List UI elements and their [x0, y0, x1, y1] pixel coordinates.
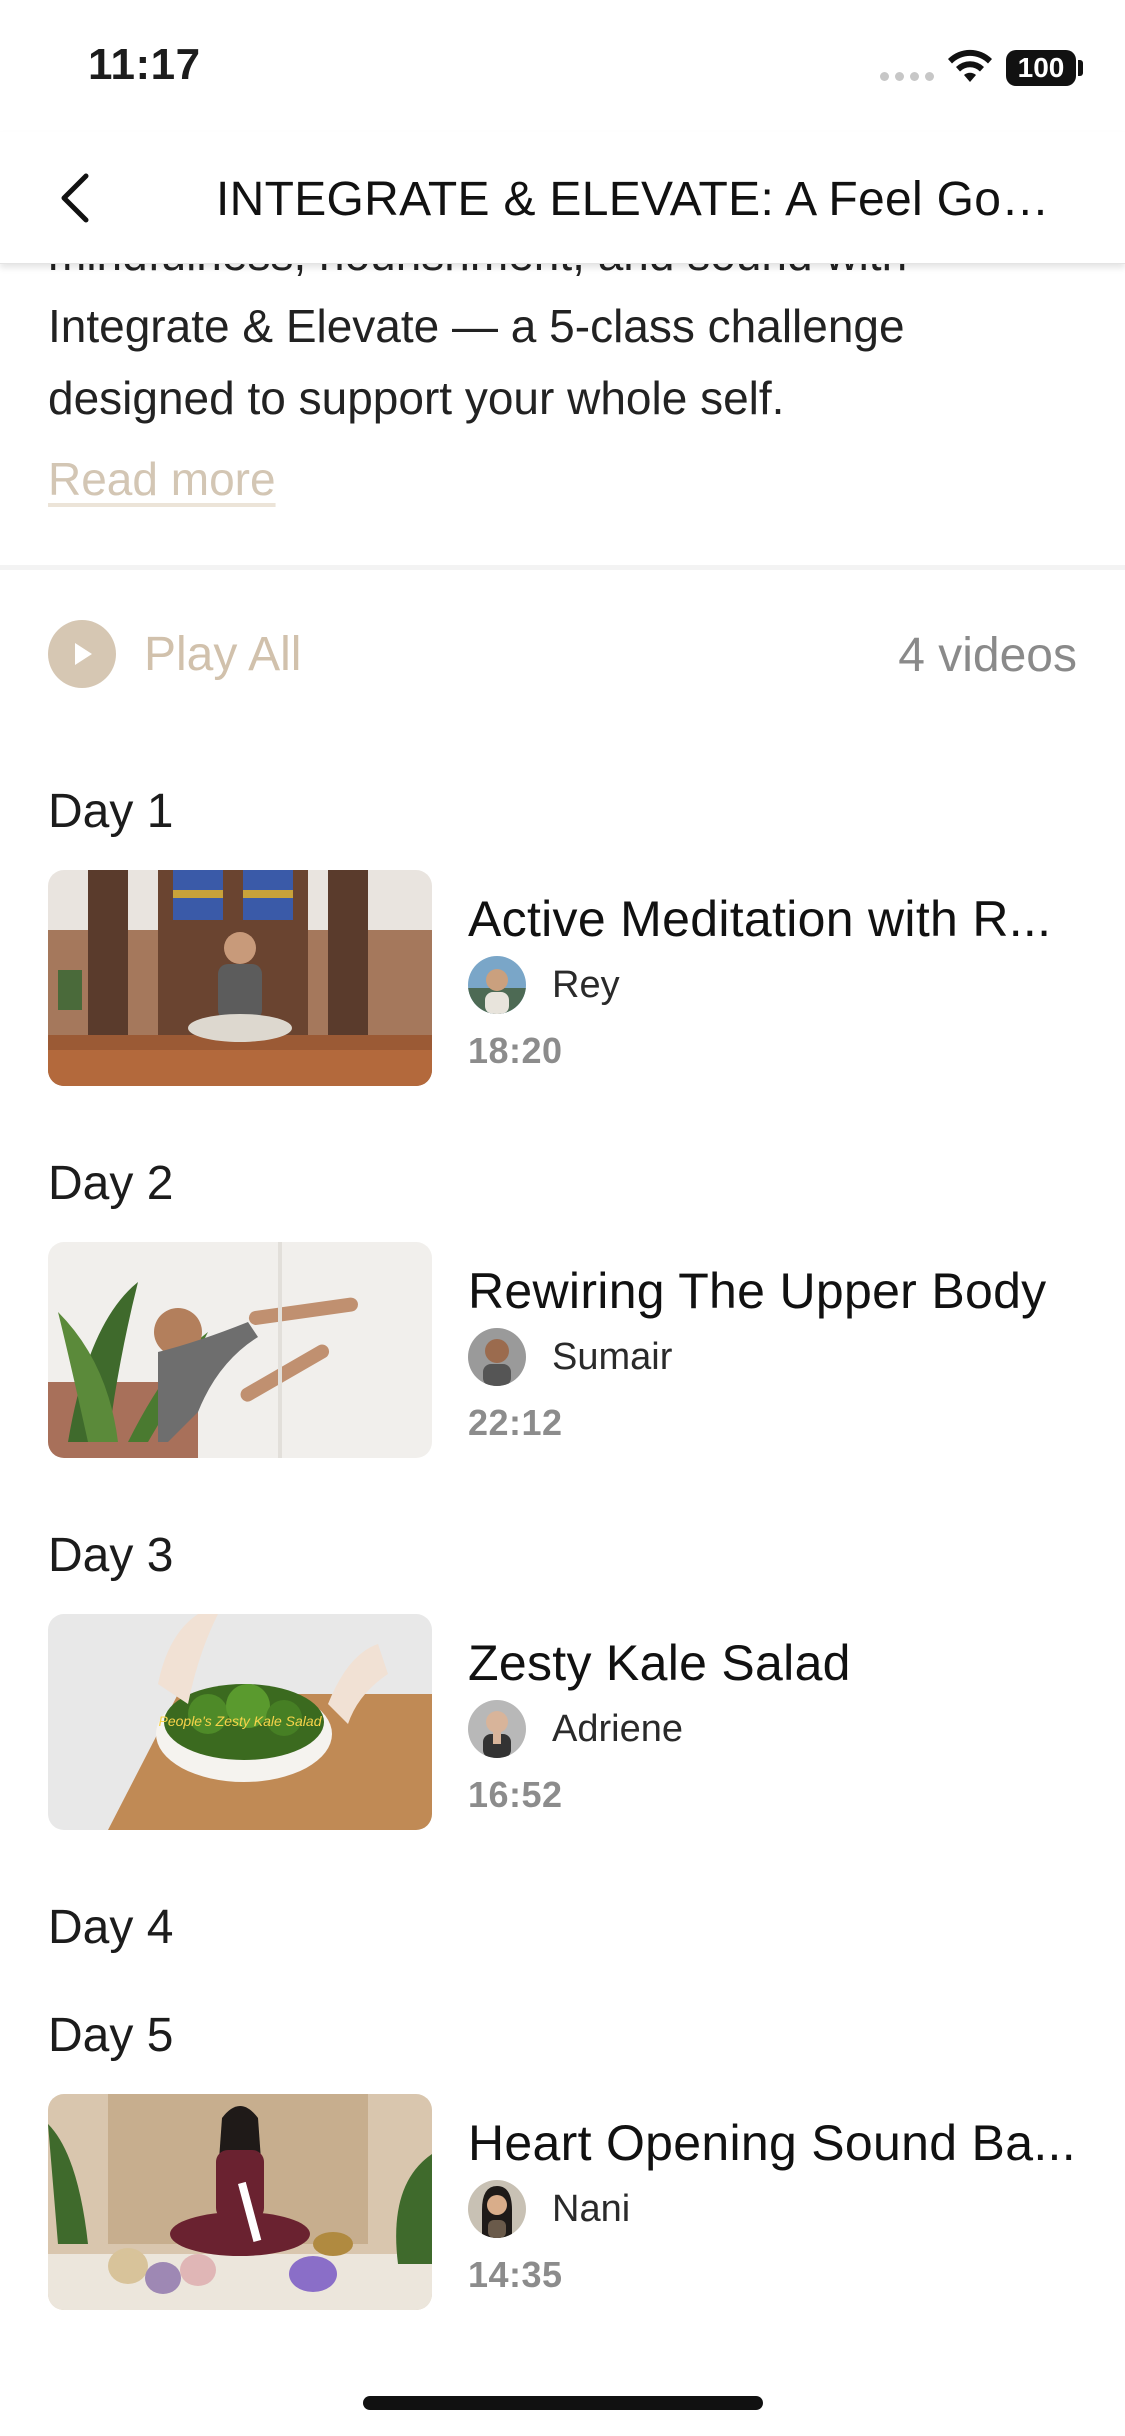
- avatar: [468, 1700, 526, 1758]
- wifi-icon: [948, 49, 992, 82]
- play-all-label: Play All: [144, 627, 302, 681]
- battery-tip: [1078, 60, 1083, 76]
- cellular-signal-icon: [880, 72, 934, 81]
- instructor-name: Adriene: [552, 1708, 683, 1750]
- instructor-name: Nani: [552, 2188, 631, 2230]
- page-title: INTEGRATE & ELEVATE: A Feel Goo...: [216, 173, 1066, 226]
- avatar: [468, 2180, 526, 2238]
- video-card[interactable]: People's Zesty Kale Salad Zesty Kale Sal…: [48, 1614, 1088, 1830]
- video-duration: 16:52: [468, 1774, 563, 1815]
- instructor-name: Rey: [552, 964, 620, 1006]
- video-thumbnail: [48, 870, 432, 1086]
- day-label: Day 5: [48, 2009, 174, 2062]
- video-title: Heart Opening Sound Ba...: [468, 2115, 1076, 2171]
- video-title: Rewiring The Upper Body: [468, 1263, 1047, 1319]
- back-button[interactable]: [44, 166, 108, 230]
- instructor-name: Sumair: [552, 1336, 673, 1378]
- day-label: Day 3: [48, 1529, 174, 1582]
- video-count: 4 videos: [898, 629, 1077, 682]
- avatar: [468, 956, 526, 1014]
- video-thumbnail: People's Zesty Kale Salad: [48, 1614, 432, 1830]
- play-icon: [48, 620, 116, 688]
- description-text: mindfulness, nourishment, and sound with…: [48, 264, 907, 424]
- day-label: Day 4: [48, 1901, 174, 1954]
- video-duration: 14:35: [468, 2254, 563, 2295]
- video-duration: 18:20: [468, 1030, 563, 1071]
- video-title: Active Meditation with R...: [468, 891, 1052, 947]
- thumbnail-caption: People's Zesty Kale Salad: [159, 1713, 323, 1729]
- screen: 11:17 100 INTEGRATE & ELEVATE: A Feel Go…: [0, 0, 1125, 2436]
- read-more-link[interactable]: Read more: [48, 452, 276, 506]
- day-label: Day 1: [48, 785, 174, 838]
- video-card[interactable]: Rewiring The Upper Body Sumair 22:12: [48, 1242, 1088, 1458]
- avatar: [468, 1328, 526, 1386]
- nav-header: INTEGRATE & ELEVATE: A Feel Goo...: [0, 132, 1125, 264]
- video-title: Zesty Kale Salad: [468, 1635, 851, 1691]
- section-divider: [0, 565, 1125, 570]
- video-card[interactable]: Heart Opening Sound Ba... Nani 14:35: [48, 2094, 1088, 2310]
- status-bar: 11:17 100: [0, 0, 1125, 132]
- home-indicator[interactable]: [363, 2396, 763, 2410]
- video-card[interactable]: Active Meditation with R... Rey 18:20: [48, 870, 1088, 1086]
- battery-icon: 100: [1006, 50, 1076, 86]
- chevron-left-icon: [61, 173, 89, 223]
- play-all-button[interactable]: Play All: [48, 620, 301, 688]
- video-duration: 22:12: [468, 1402, 563, 1443]
- day-label: Day 2: [48, 1157, 174, 1210]
- video-thumbnail: [48, 2094, 432, 2310]
- status-time: 11:17: [88, 40, 201, 89]
- video-thumbnail: [48, 1242, 432, 1458]
